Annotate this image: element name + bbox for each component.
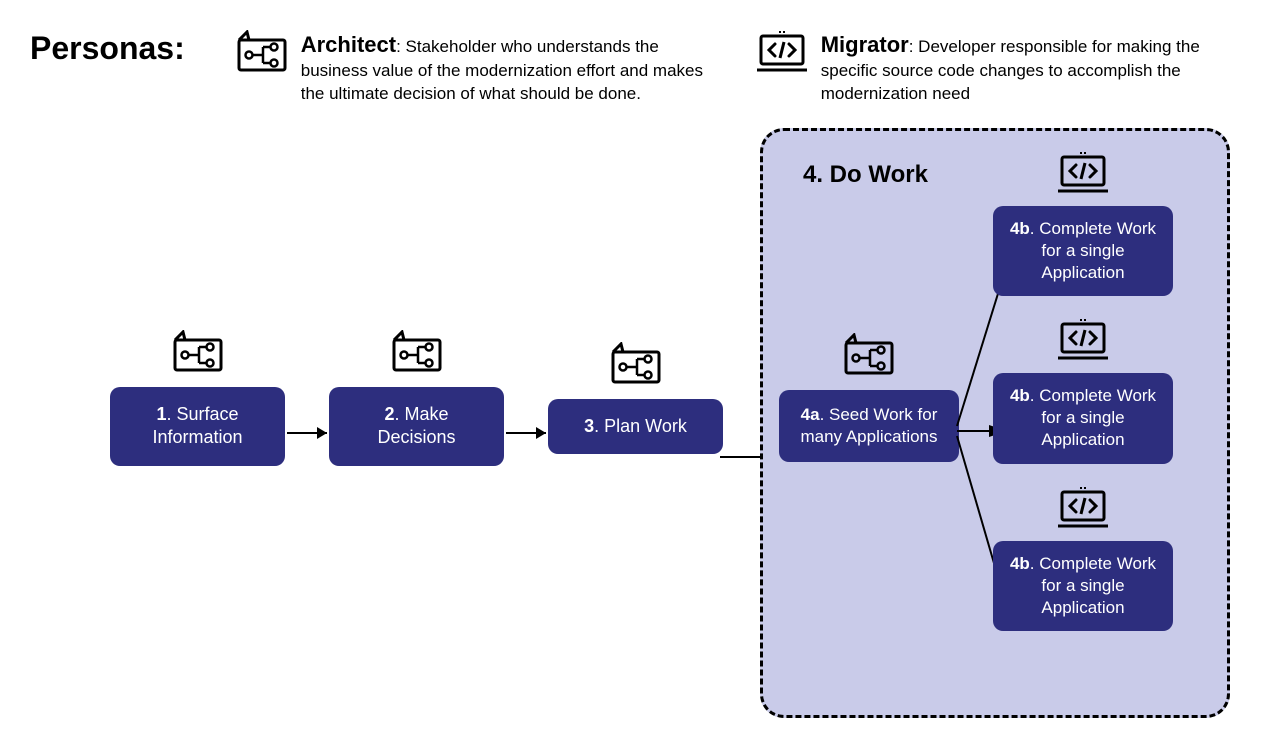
migrator-icon xyxy=(1056,486,1110,530)
step-4b-2-num: 4b xyxy=(1010,386,1030,405)
architect-icon xyxy=(390,330,444,374)
personas-title: Personas: xyxy=(30,30,185,67)
step-4b-3-num: 4b xyxy=(1010,554,1030,573)
persona-migrator: Migrator: Developer responsible for maki… xyxy=(755,30,1235,106)
personas-header: Personas: Architect: Stakeholder who und… xyxy=(30,30,1235,106)
step-4b-1-box: 4b. Complete Work for a single Applicati… xyxy=(993,206,1173,296)
architect-desc: Architect: Stakeholder who understands t… xyxy=(301,30,715,106)
architect-icon xyxy=(171,330,225,374)
migrator-icon xyxy=(1056,318,1110,362)
step-3-label: . Plan Work xyxy=(594,416,687,436)
migrator-icon xyxy=(755,30,809,74)
architect-name: Architect xyxy=(301,32,396,57)
architect-icon xyxy=(609,342,663,386)
step-2: 2. Make Decisions xyxy=(329,330,504,466)
architect-icon xyxy=(842,333,896,377)
step-4b-1: 4b. Complete Work for a single Applicati… xyxy=(993,151,1173,296)
step-4b-3-label: . Complete Work for a single Application xyxy=(1030,554,1156,617)
step-1-num: 1 xyxy=(156,404,166,424)
step-3-box: 3. Plan Work xyxy=(548,399,723,454)
step-3: 3. Plan Work xyxy=(548,342,723,454)
step-4b-2: 4b. Complete Work for a single Applicati… xyxy=(993,318,1173,463)
step-4a-label: . Seed Work for many Applications xyxy=(800,405,937,446)
step-1-box: 1. Surface Information xyxy=(110,387,285,466)
arrow-icon xyxy=(506,432,546,434)
architect-icon xyxy=(235,30,289,74)
step-4b-2-label: . Complete Work for a single Application xyxy=(1030,386,1156,449)
step-4b-group: 4b. Complete Work for a single Applicati… xyxy=(993,151,1173,653)
migrator-icon xyxy=(1056,151,1110,195)
do-work-title: 4. Do Work xyxy=(803,161,928,189)
persona-architect: Architect: Stakeholder who understands t… xyxy=(235,30,715,106)
step-4a-box: 4a. Seed Work for many Applications xyxy=(779,390,959,462)
migrator-name: Migrator xyxy=(821,32,909,57)
do-work-container: 4. Do Work 4a. Seed Work for many Applic… xyxy=(760,128,1230,718)
step-4b-3-box: 4b. Complete Work for a single Applicati… xyxy=(993,541,1173,631)
step-4b-2-box: 4b. Complete Work for a single Applicati… xyxy=(993,373,1173,463)
flow-steps: 1. Surface Information 2. Make Decisions… xyxy=(110,330,723,466)
step-4b-1-num: 4b xyxy=(1010,219,1030,238)
step-2-num: 2 xyxy=(384,404,394,424)
arrow-icon xyxy=(287,432,327,434)
migrator-desc: Migrator: Developer responsible for maki… xyxy=(821,30,1235,106)
step-2-box: 2. Make Decisions xyxy=(329,387,504,466)
step-4b-1-label: . Complete Work for a single Application xyxy=(1030,219,1156,282)
step-4b-3: 4b. Complete Work for a single Applicati… xyxy=(993,486,1173,631)
step-4a-num: 4a xyxy=(801,405,820,424)
step-4a: 4a. Seed Work for many Applications xyxy=(779,333,959,462)
step-1-label: . Surface Information xyxy=(152,404,242,447)
step-3-num: 3 xyxy=(584,416,594,436)
step-1: 1. Surface Information xyxy=(110,330,285,466)
